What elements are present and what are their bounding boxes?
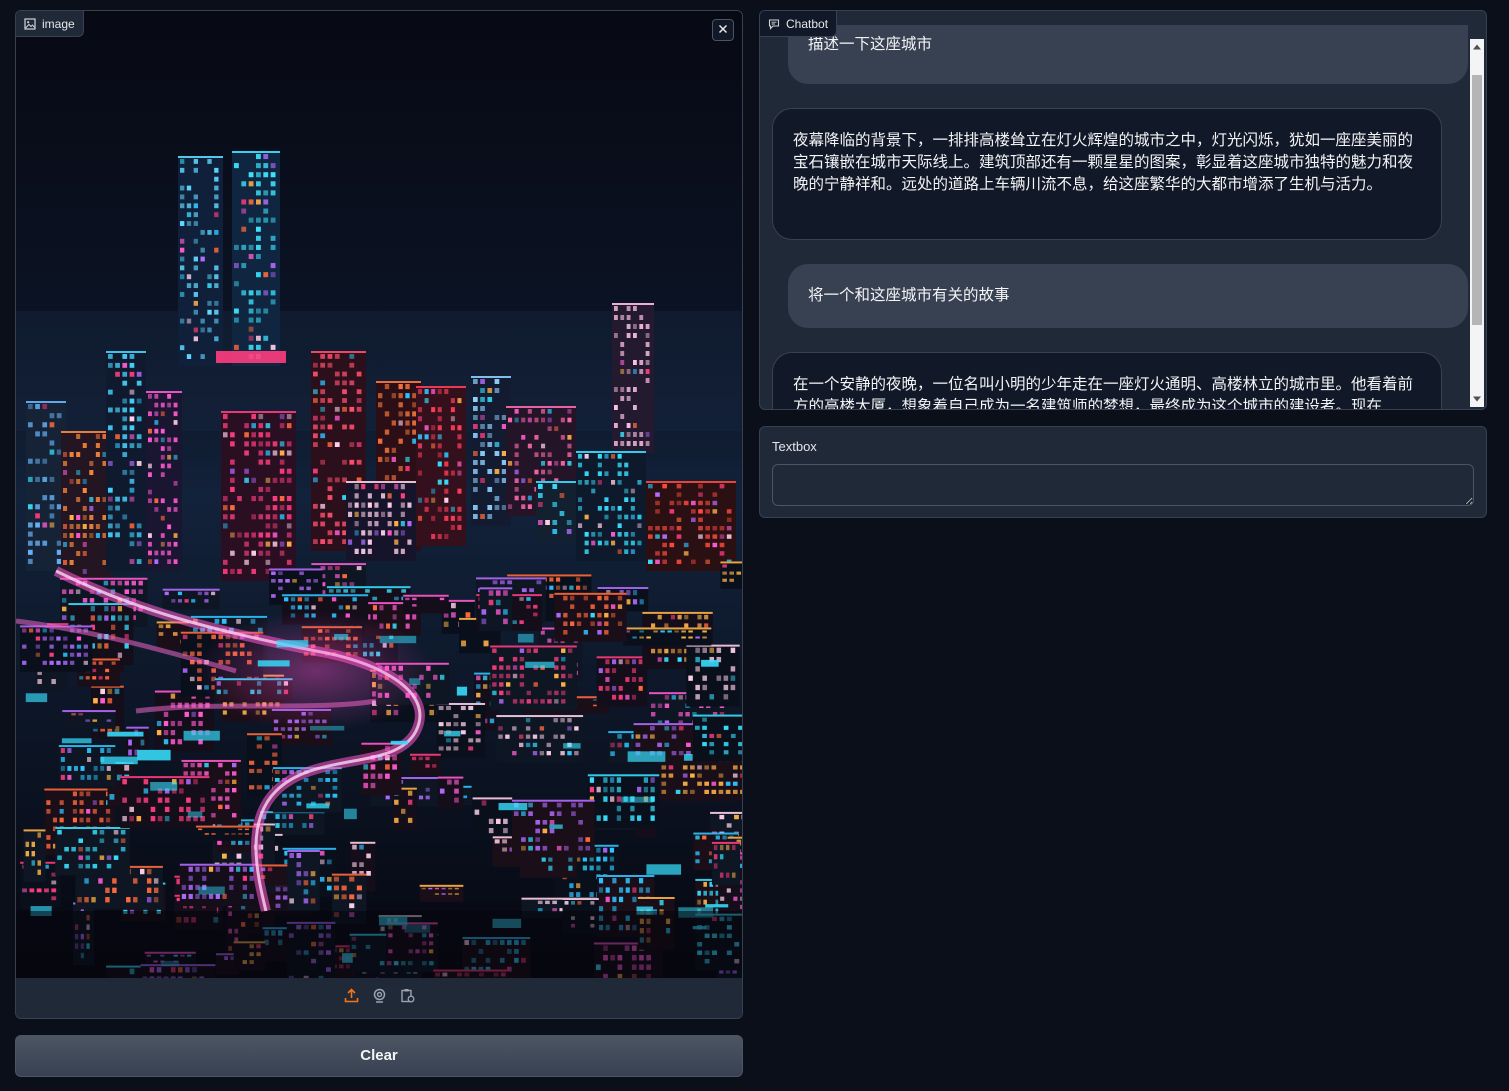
clear-image-button[interactable] [712,19,734,41]
city-night-image [16,11,742,980]
webcam-icon [372,988,387,1008]
textbox-panel: Textbox [759,426,1487,518]
message-input[interactable] [772,464,1474,506]
right-column: 描述一下这座城市 夜幕降临的背景下，一排排高楼耸立在灯火辉煌的城市之中，灯光闪烁… [759,10,1487,518]
scroll-thumb[interactable] [1472,75,1482,325]
chatbot-panel: 描述一下这座城市 夜幕降临的背景下，一排排高楼耸立在灯火辉煌的城市之中，灯光闪烁… [759,10,1487,410]
chat-icon [768,18,780,30]
image-panel-label: image [16,11,84,37]
user-message: 将一个和这座城市有关的故事 [788,264,1468,328]
message-text: 在一个安静的夜晚，一位名叫小明的少年走在一座灯火通明、高楼林立的城市里。他看着前… [793,375,1414,409]
upload-icon [344,988,359,1008]
image-panel: image [15,10,743,1019]
textbox-label: Textbox [772,439,817,454]
uploaded-image[interactable] [16,11,742,980]
left-column: image Clear [15,10,743,1077]
image-panel-title: image [42,16,75,31]
message-text: 描述一下这座城市 [808,35,933,53]
message-text: 夜幕降临的背景下，一排排高楼耸立在灯火辉煌的城市之中，灯光闪烁，犹如一座座美丽的… [793,131,1414,193]
close-icon [718,21,728,39]
upload-button[interactable] [343,988,359,1008]
webcam-button[interactable] [371,988,387,1008]
chat-messages[interactable]: 描述一下这座城市 夜幕降临的背景下，一排排高楼耸立在灯火辉煌的城市之中，灯光闪烁… [760,11,1468,409]
image-source-toolbar [16,978,742,1018]
image-icon [24,17,36,30]
bot-message: 夜幕降临的背景下，一排排高楼耸立在灯火辉煌的城市之中，灯光闪烁，犹如一座座美丽的… [772,108,1442,240]
chat-scrollbar[interactable] [1470,39,1484,407]
bot-message: 在一个安静的夜晚，一位名叫小明的少年走在一座灯火通明、高楼林立的城市里。他看着前… [772,352,1442,409]
scroll-down-arrow[interactable] [1470,393,1484,405]
clipboard-icon [400,988,415,1008]
user-message: 描述一下这座城市 [788,25,1468,84]
message-text: 将一个和这座城市有关的故事 [808,286,1010,304]
chatbot-panel-label: Chatbot [760,11,838,37]
clipboard-button[interactable] [399,988,415,1008]
scroll-up-arrow[interactable] [1470,41,1484,53]
clear-button[interactable]: Clear [15,1035,743,1077]
chatbot-title: Chatbot [786,16,829,31]
